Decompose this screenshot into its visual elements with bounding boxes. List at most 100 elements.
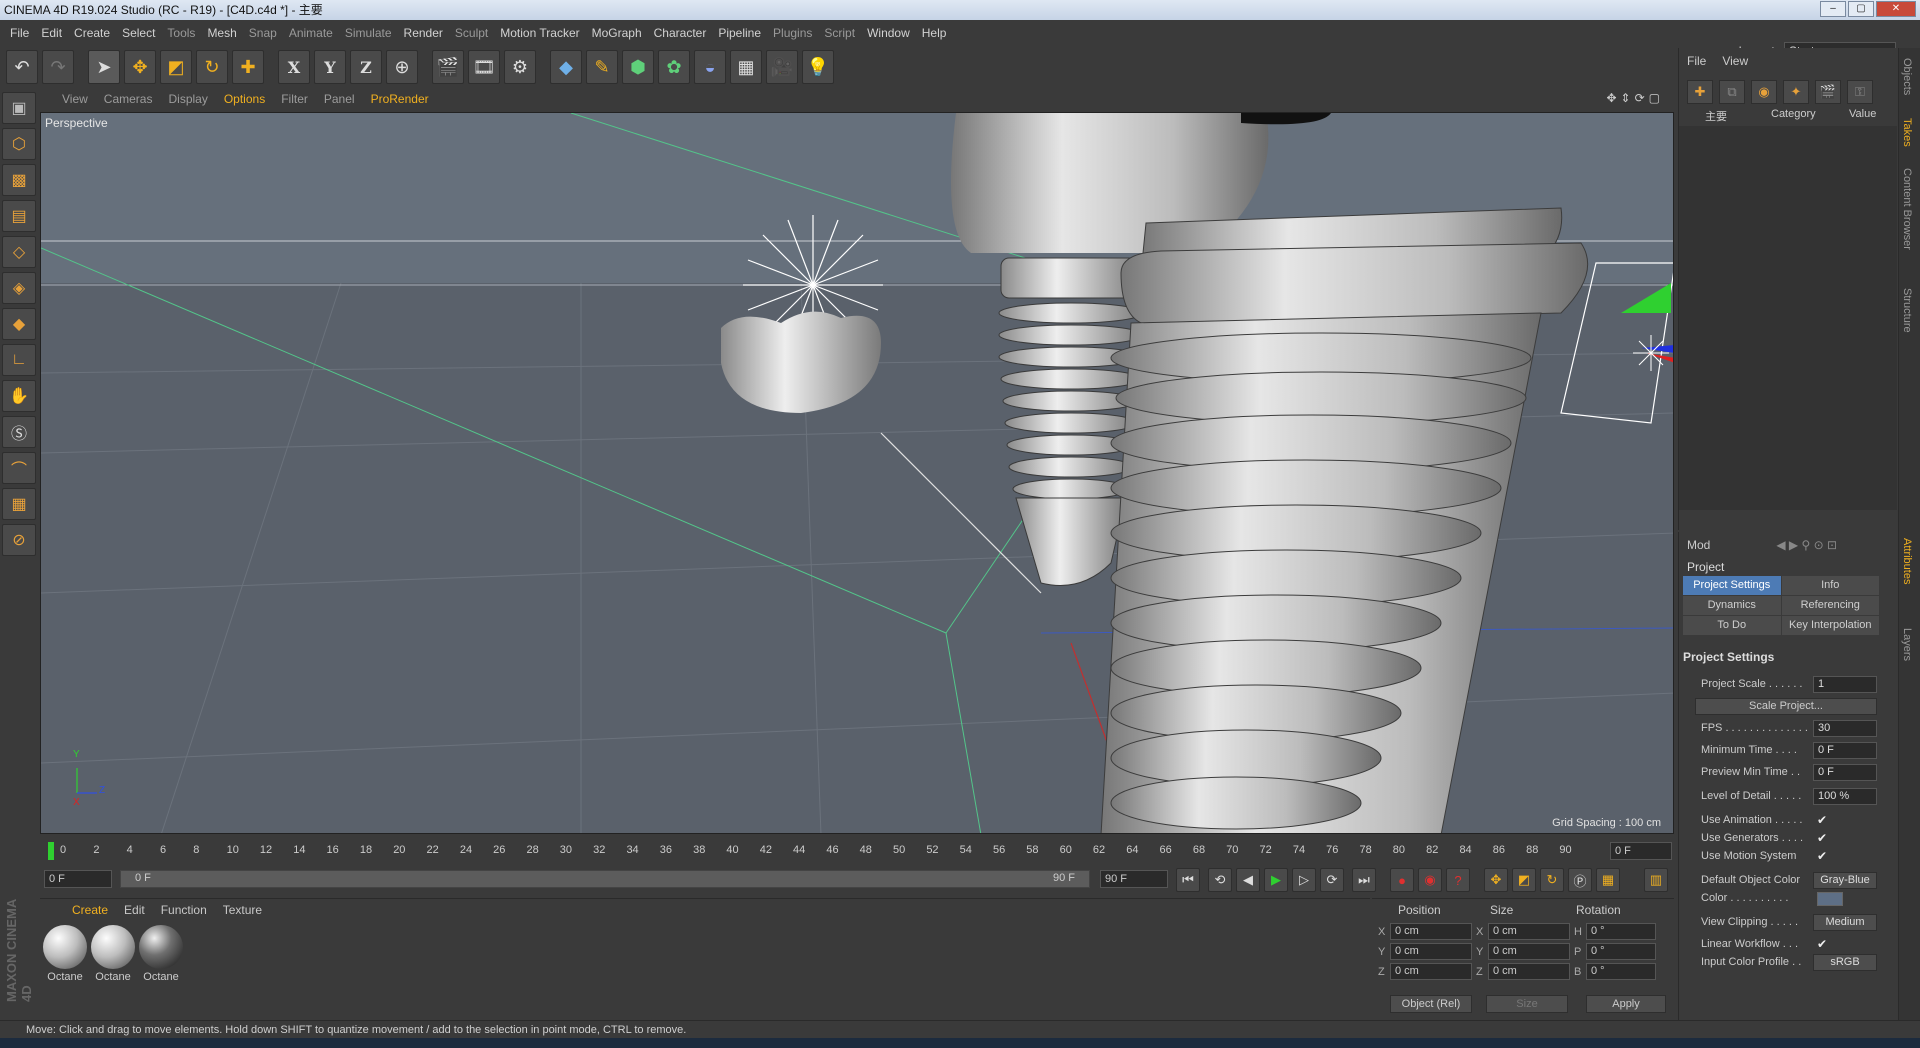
solo-mode-icon[interactable]: Ⓢ <box>2 416 36 448</box>
menu-sculpt[interactable]: Sculpt <box>449 26 494 40</box>
camera-icon[interactable]: 🎥 <box>766 50 798 84</box>
position-z-field[interactable]: 0 cm <box>1390 963 1472 980</box>
cube-icon[interactable]: ◆ <box>550 50 582 84</box>
take-override-icon[interactable]: ◉ <box>1751 80 1777 104</box>
quantize-icon[interactable]: ⊘ <box>2 524 36 556</box>
vp-menu-panel[interactable]: Panel <box>316 92 363 106</box>
menu-mesh[interactable]: Mesh <box>201 26 242 40</box>
attr-checkbox[interactable]: ✔ <box>1817 813 1827 827</box>
rotate-tool-icon[interactable]: ↻ <box>196 50 228 84</box>
tab-info[interactable]: Info <box>1781 576 1879 595</box>
z-axis-lock-icon[interactable]: Z <box>350 50 382 84</box>
key-pla-icon[interactable]: ▦ <box>1596 868 1620 892</box>
size-x-field[interactable]: 0 cm <box>1488 923 1570 940</box>
model-mode-icon[interactable]: ⬡ <box>2 128 36 160</box>
render-settings-icon[interactable]: ⚙ <box>504 50 536 84</box>
play-icon[interactable]: ▶ <box>1264 868 1288 892</box>
menu-file[interactable]: File <box>4 26 35 40</box>
menu-motion-tracker[interactable]: Motion Tracker <box>494 26 585 40</box>
undo-icon[interactable]: ↶ <box>6 50 38 84</box>
menu-mograph[interactable]: MoGraph <box>586 26 648 40</box>
mat-menu-function[interactable]: Function <box>153 903 215 917</box>
attr-checkbox[interactable]: ✔ <box>1817 831 1827 845</box>
om-menu-view[interactable]: View <box>1722 54 1748 68</box>
attr-value-field[interactable]: 100 % <box>1813 788 1877 805</box>
attr-dropdown[interactable]: Gray-Blue <box>1813 872 1877 889</box>
render-view-icon[interactable]: 🎬 <box>432 50 464 84</box>
menu-plugins[interactable]: Plugins <box>767 26 818 40</box>
prev-key-icon[interactable]: ⟲ <box>1208 868 1232 892</box>
y-axis-lock-icon[interactable]: Y <box>314 50 346 84</box>
attr-checkbox[interactable]: ✔ <box>1817 937 1827 951</box>
deformer-icon[interactable]: ◒ <box>694 50 726 84</box>
attr-dropdown[interactable]: sRGB <box>1813 954 1877 971</box>
minimize-button[interactable]: – <box>1820 1 1846 17</box>
take-lock-icon[interactable]: ⚿ <box>1847 80 1873 104</box>
scale-project-button[interactable]: Scale Project... <box>1695 698 1877 715</box>
mat-menu-create[interactable]: Create <box>64 903 116 917</box>
make-editable-icon[interactable]: ▣ <box>2 92 36 124</box>
coordinate-system-icon[interactable]: ⊕ <box>386 50 418 84</box>
select-arrow-icon[interactable]: ➤ <box>88 50 120 84</box>
goto-start-icon[interactable]: ⏮ <box>1176 868 1200 892</box>
side-tab-layers[interactable]: Layers <box>1901 628 1913 661</box>
autokey-icon[interactable]: ◉ <box>1418 868 1442 892</box>
menu-select[interactable]: Select <box>116 26 161 40</box>
points-mode-icon[interactable]: ◇ <box>2 236 36 268</box>
take-add-icon[interactable]: ✚ <box>1687 80 1713 104</box>
side-tab-takes[interactable]: Takes <box>1901 118 1913 147</box>
om-menu-file[interactable]: File <box>1687 54 1706 68</box>
menu-render[interactable]: Render <box>398 26 449 40</box>
menu-animate[interactable]: Animate <box>283 26 339 40</box>
menu-pipeline[interactable]: Pipeline <box>712 26 767 40</box>
material-item[interactable]: Octane <box>42 925 88 983</box>
texture-mode-icon[interactable]: ▩ <box>2 164 36 196</box>
key-scale-icon[interactable]: ◩ <box>1512 868 1536 892</box>
attr-value-field[interactable]: 0 F <box>1813 742 1877 759</box>
rotation-b-field[interactable]: 0 ° <box>1586 963 1656 980</box>
menu-snap[interactable]: Snap <box>243 26 283 40</box>
attr-value-field[interactable]: 1 <box>1813 676 1877 693</box>
key-position-icon[interactable]: ✥ <box>1484 868 1508 892</box>
size-z-field[interactable]: 0 cm <box>1488 963 1570 980</box>
tab-referencing[interactable]: Referencing <box>1781 596 1879 615</box>
coord-mode-dropdown[interactable]: Object (Rel) <box>1390 995 1472 1013</box>
rotation-h-field[interactable]: 0 ° <box>1586 923 1656 940</box>
position-x-field[interactable]: 0 cm <box>1390 923 1472 940</box>
side-tab-content-browser[interactable]: Content Browser <box>1901 168 1913 250</box>
workplane-lock-icon[interactable]: ▦ <box>2 488 36 520</box>
take-copy-icon[interactable]: ⧉ <box>1719 80 1745 104</box>
takes-list[interactable] <box>1679 126 1897 510</box>
frame-range-slider[interactable]: 0 F 90 F <box>120 870 1090 888</box>
vp-menu-display[interactable]: Display <box>160 92 215 106</box>
attr-nav-icons[interactable]: ◀ ▶ ⚲ ⊙ ⊡ <box>1776 538 1837 552</box>
tab-dynamics[interactable]: Dynamics <box>1683 596 1781 615</box>
x-axis-lock-icon[interactable]: X <box>278 50 310 84</box>
tab-key-interpolation[interactable]: Key Interpolation <box>1781 616 1879 635</box>
perspective-viewport[interactable]: Perspective Y Z X Grid Spacing : 100 cm <box>40 112 1674 834</box>
side-tab-objects[interactable]: Objects <box>1901 58 1913 95</box>
take-render-icon[interactable]: 🎬 <box>1815 80 1841 104</box>
material-item[interactable]: Octane <box>90 925 136 983</box>
apply-button[interactable]: Apply <box>1586 995 1666 1013</box>
timeline-window-icon[interactable]: ▥ <box>1644 868 1668 892</box>
attr-color-swatch[interactable] <box>1817 892 1843 906</box>
menu-help[interactable]: Help <box>916 26 953 40</box>
subdivision-icon[interactable]: ⬢ <box>622 50 654 84</box>
goto-end-icon[interactable]: ⏭ <box>1352 868 1376 892</box>
close-button[interactable]: ✕ <box>1876 1 1916 17</box>
start-frame-field[interactable]: 0 F <box>44 870 112 888</box>
vp-menu-cameras[interactable]: Cameras <box>96 92 161 106</box>
playhead-marker[interactable] <box>48 842 54 860</box>
mat-menu-edit[interactable]: Edit <box>116 903 153 917</box>
attr-dropdown[interactable]: Medium <box>1813 914 1877 931</box>
vp-menu-options[interactable]: Options <box>216 92 273 106</box>
axis-mode-icon[interactable]: ∟ <box>2 344 36 376</box>
take-auto-icon[interactable]: ✦ <box>1783 80 1809 104</box>
move-tool-icon[interactable]: ✥ <box>124 50 156 84</box>
rotation-p-field[interactable]: 0 ° <box>1586 943 1656 960</box>
floor-icon[interactable]: ▦ <box>730 50 762 84</box>
tab-to-do[interactable]: To Do <box>1683 616 1781 635</box>
pen-spline-icon[interactable]: ✎ <box>586 50 618 84</box>
attr-value-field[interactable]: 30 <box>1813 720 1877 737</box>
